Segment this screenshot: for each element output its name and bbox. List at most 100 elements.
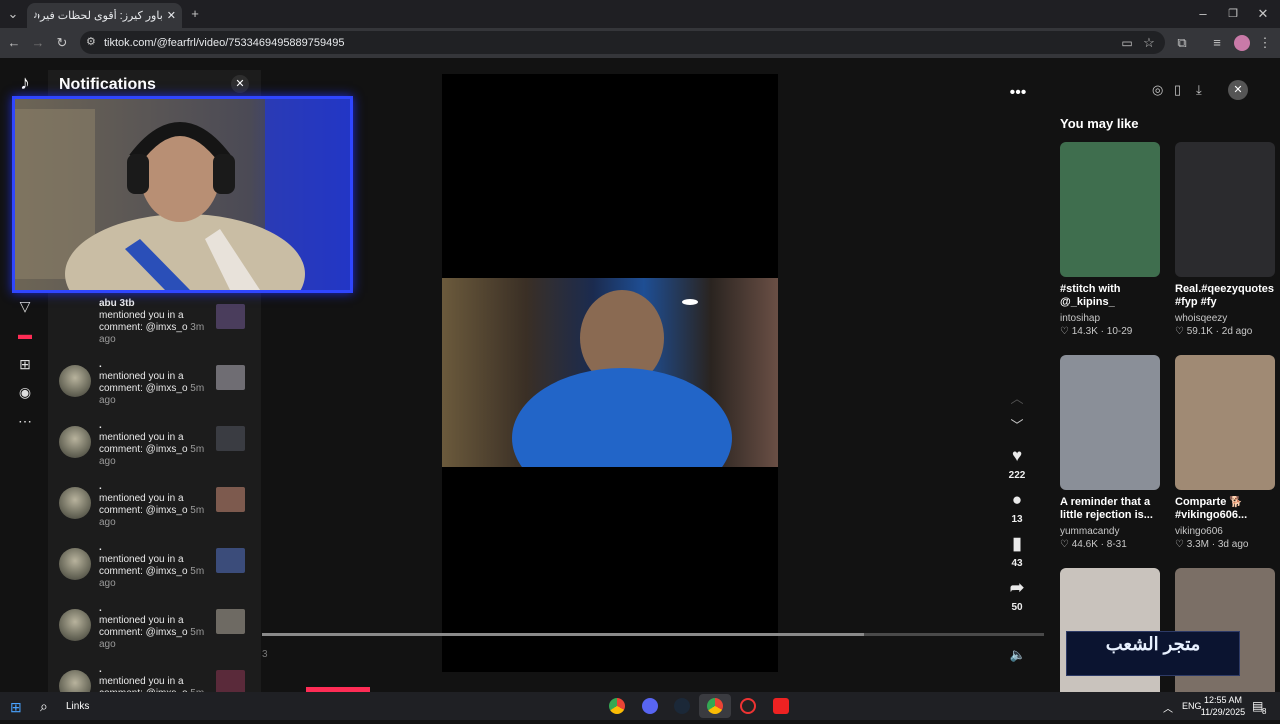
recommended-video-card[interactable]: #stitch with @_kipins_ Akibat... intosiha… xyxy=(1060,142,1160,337)
close-window-icon[interactable]: ✕ xyxy=(1256,6,1270,22)
install-app-icon[interactable]: ▭ xyxy=(1119,35,1135,51)
comment-action[interactable]: ● 13 xyxy=(1000,490,1034,525)
notification-user[interactable]: abu 3tb xyxy=(99,298,209,310)
notification-user[interactable]: . xyxy=(99,664,209,676)
bookmark-star-icon[interactable]: ☆ xyxy=(1141,35,1157,51)
device-icon[interactable]: ▯ xyxy=(1174,82,1181,98)
notification-avatar[interactable] xyxy=(59,365,91,397)
extensions-icon[interactable]: ⧉ xyxy=(1174,35,1190,51)
notification-item[interactable]: . mentioned you in a comment: @imxs_o 5m … xyxy=(48,481,261,541)
video-more-icon[interactable]: ••• xyxy=(1008,84,1028,102)
chrome-profile-taskbar-icon[interactable] xyxy=(707,698,723,714)
forward-icon[interactable]: → xyxy=(30,35,46,51)
notification-user[interactable]: . xyxy=(99,542,209,554)
browser-tab[interactable]: ♪ باور كيرز: أقوى لحظات فيرفول مع ✕ xyxy=(27,3,182,28)
recommended-video-user[interactable]: yummacandy xyxy=(1060,526,1160,537)
recommended-video-thumbnail[interactable] xyxy=(1060,355,1160,490)
notification-user[interactable]: . xyxy=(99,420,209,432)
notification-user[interactable]: . xyxy=(99,481,209,493)
url-text: tiktok.com/@fearfrl/video/75334694958897… xyxy=(104,36,345,49)
language-indicator[interactable]: ENG xyxy=(1182,701,1202,711)
notification-video-thumbnail[interactable] xyxy=(216,548,245,573)
likes-heart-icon: ♡ xyxy=(1175,539,1187,550)
notification-avatar[interactable] xyxy=(59,548,91,580)
recommended-video-thumbnail[interactable] xyxy=(1175,142,1275,277)
download-icon[interactable]: ⤓ xyxy=(1196,82,1202,98)
notification-video-thumbnail[interactable] xyxy=(216,304,245,329)
recommended-video-thumbnail[interactable] xyxy=(1060,142,1160,277)
clock[interactable]: 12:55 AM 11/29/2025 xyxy=(1200,694,1246,718)
following-icon[interactable]: ▽ xyxy=(15,298,35,315)
more-icon[interactable]: ⋯ xyxy=(15,413,35,430)
notification-user[interactable]: . xyxy=(99,359,209,371)
notification-time-suffix: ago xyxy=(99,334,116,345)
recommended-video-title[interactable]: Real.#qeezyquotes #fyp #fy xyxy=(1175,283,1275,309)
like-action[interactable]: ♥ 222 xyxy=(1000,446,1034,481)
notification-item[interactable]: . mentioned you in a comment: @imxs_o 5m … xyxy=(48,359,261,419)
steam-taskbar-icon[interactable] xyxy=(674,698,690,714)
minimize-icon[interactable]: – xyxy=(1196,6,1210,22)
recommended-video-user[interactable]: whoisqeezy xyxy=(1175,313,1275,324)
new-tab-icon[interactable]: + xyxy=(188,6,202,22)
notification-video-thumbnail[interactable] xyxy=(216,426,245,451)
profile-icon[interactable]: ◉ xyxy=(15,384,35,401)
notification-video-thumbnail[interactable] xyxy=(216,365,245,390)
back-icon[interactable]: ← xyxy=(6,35,22,51)
share-action[interactable]: ➦ 50 xyxy=(1000,578,1034,613)
close-notifications-icon[interactable]: ✕ xyxy=(231,75,249,93)
recommended-video-card[interactable]: Real.#qeezyquotes #fyp #fy whoisqeezy ♡ 59… xyxy=(1175,142,1275,337)
store-logo-overlay: متجر الشعب xyxy=(1066,631,1240,676)
taskbar-search-label[interactable]: Links xyxy=(66,701,89,712)
notification-avatar[interactable] xyxy=(59,487,91,519)
reload-icon[interactable]: ↻ xyxy=(54,35,70,51)
taskbar-search-icon[interactable]: ⌕ xyxy=(40,698,48,715)
notification-video-thumbnail[interactable] xyxy=(216,609,245,634)
media-controls-icon[interactable]: ≡ xyxy=(1209,35,1225,51)
windows-start-icon[interactable]: ⊞ xyxy=(10,699,22,716)
notification-video-thumbnail[interactable] xyxy=(216,487,245,512)
notification-item[interactable]: . mentioned you in a comment: @imxs_o 5m … xyxy=(48,603,261,663)
previous-video-icon[interactable]: ︿ xyxy=(1009,391,1025,407)
float-icon[interactable]: ◎ xyxy=(1152,82,1163,98)
browser-menu-icon[interactable]: ⋮ xyxy=(1258,35,1272,51)
tray-overflow-icon[interactable]: ︿ xyxy=(1163,700,1173,715)
notification-text: abu 3tb mentioned you in a comment: @imxs… xyxy=(99,298,209,346)
notification-item[interactable]: . mentioned you in a comment: @imxs_o 5m … xyxy=(48,542,261,602)
recommended-video-card[interactable]: A reminder that a little rejection is...… xyxy=(1060,355,1160,550)
recommended-video-title[interactable]: A reminder that a little rejection is... xyxy=(1060,496,1160,522)
video-time: 3 xyxy=(262,649,268,660)
recommended-video-user[interactable]: vikingo606 xyxy=(1175,526,1275,537)
notification-item[interactable]: . mentioned you in a comment: @imxs_o 5m … xyxy=(48,420,261,480)
recommended-video-thumbnail[interactable] xyxy=(1175,355,1275,490)
notification-item[interactable]: abu 3tb mentioned you in a comment: @imxs… xyxy=(48,298,261,358)
restore-icon[interactable]: ❐ xyxy=(1226,6,1240,22)
site-info-icon[interactable]: ⚙ xyxy=(86,34,96,50)
streamer-webcam-image xyxy=(15,99,350,334)
discord-taskbar-icon[interactable] xyxy=(642,698,658,714)
chrome-taskbar-icon[interactable] xyxy=(609,698,625,714)
address-bar[interactable]: ⚙ tiktok.com/@fearfrl/video/753346949588… xyxy=(80,31,1165,54)
youtube-taskbar-icon[interactable] xyxy=(773,698,789,714)
notification-time: 3m xyxy=(190,322,205,333)
save-action[interactable]: ▮ 43 xyxy=(1000,534,1034,569)
close-video-icon[interactable]: ✕ xyxy=(1228,80,1248,100)
obs-taskbar-icon[interactable] xyxy=(740,698,756,714)
share-icon: ➦ xyxy=(1009,578,1025,597)
tiktok-logo-icon[interactable]: ♪ xyxy=(13,72,37,96)
profile-avatar[interactable] xyxy=(1234,35,1250,51)
volume-icon[interactable]: 🔈 xyxy=(1009,647,1027,663)
next-video-icon[interactable]: ﹀ xyxy=(1009,418,1025,434)
notification-avatar[interactable] xyxy=(59,426,91,458)
recommended-video-title[interactable]: Comparte 🐕 #vikingo606... xyxy=(1175,496,1275,522)
recommended-video-title[interactable]: #stitch with @_kipins_ Akibat... xyxy=(1060,283,1160,309)
upload-icon[interactable]: ⊞ xyxy=(15,356,35,373)
notification-text: . mentioned you in a comment: @imxs_o 5m … xyxy=(99,542,209,590)
tab-search-icon[interactable]: ⌄ xyxy=(5,6,21,22)
recommended-video-user[interactable]: intosihap xyxy=(1060,313,1160,324)
recommended-video-date: 8-31 xyxy=(1106,539,1127,550)
tab-close-icon[interactable]: ✕ xyxy=(167,9,176,22)
notification-avatar[interactable] xyxy=(59,609,91,641)
recommended-video-card[interactable]: Comparte 🐕 #vikingo606... vikingo606 ♡ 3.3… xyxy=(1175,355,1275,550)
notification-user[interactable]: . xyxy=(99,603,209,615)
inbox-icon[interactable]: ▬ xyxy=(15,326,35,342)
